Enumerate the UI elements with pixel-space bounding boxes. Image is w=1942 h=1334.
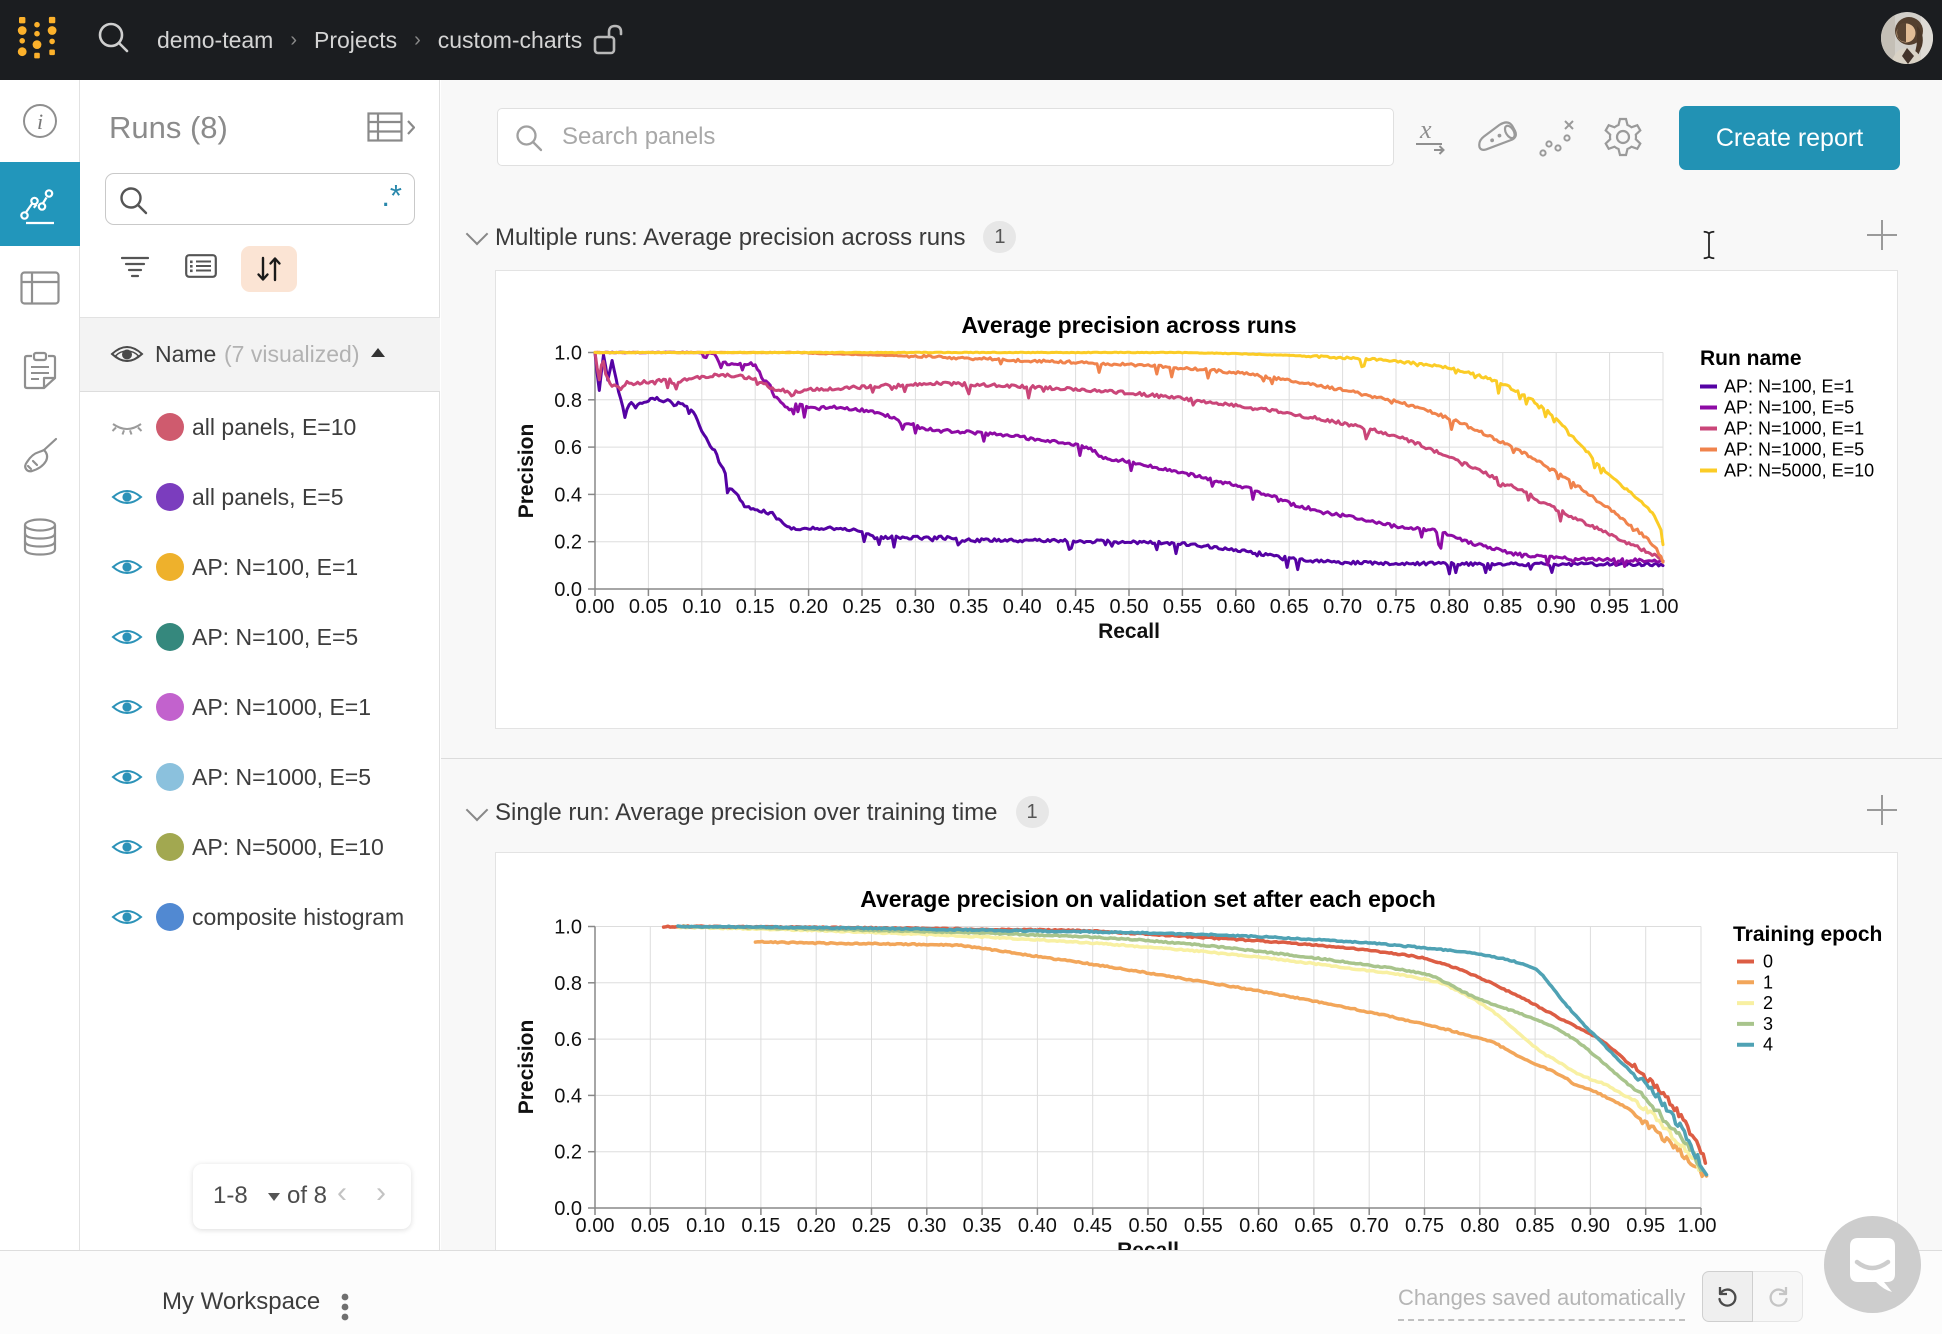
svg-text:0.25: 0.25 — [843, 596, 882, 618]
svg-text:0.10: 0.10 — [686, 1215, 725, 1237]
svg-text:0.2: 0.2 — [554, 532, 582, 554]
svg-text:0.8: 0.8 — [554, 973, 582, 995]
svg-text:0.40: 0.40 — [1018, 1215, 1057, 1237]
svg-text:Recall: Recall — [1098, 620, 1160, 643]
svg-text:0.75: 0.75 — [1405, 1215, 1444, 1237]
svg-text:0.30: 0.30 — [907, 1215, 946, 1237]
svg-text:0.70: 0.70 — [1323, 596, 1362, 618]
svg-text:0.45: 0.45 — [1073, 1215, 1112, 1237]
svg-text:0.65: 0.65 — [1270, 596, 1309, 618]
svg-text:0.15: 0.15 — [741, 1215, 780, 1237]
svg-text:0.85: 0.85 — [1483, 596, 1522, 618]
svg-text:0.55: 0.55 — [1163, 596, 1202, 618]
svg-text:0.6: 0.6 — [554, 437, 582, 459]
svg-text:0.20: 0.20 — [789, 596, 828, 618]
svg-text:Run name: Run name — [1700, 347, 1802, 370]
svg-text:Average precision on validatio: Average precision on validation set afte… — [860, 886, 1436, 912]
svg-text:AP: N=1000, E=1: AP: N=1000, E=1 — [1724, 419, 1864, 439]
svg-text:0.6: 0.6 — [554, 1029, 582, 1051]
svg-text:0.75: 0.75 — [1377, 596, 1416, 618]
svg-text:0.15: 0.15 — [736, 596, 775, 618]
svg-text:0.35: 0.35 — [963, 1215, 1002, 1237]
svg-text:0.95: 0.95 — [1626, 1215, 1665, 1237]
svg-text:0.80: 0.80 — [1430, 596, 1469, 618]
svg-text:0.8: 0.8 — [554, 390, 582, 412]
svg-text:1.0: 1.0 — [554, 343, 582, 365]
svg-text:0.50: 0.50 — [1129, 1215, 1168, 1237]
svg-text:1: 1 — [1763, 972, 1773, 992]
svg-text:0.60: 0.60 — [1216, 596, 1255, 618]
svg-text:0.0: 0.0 — [554, 1198, 582, 1220]
svg-text:0.60: 0.60 — [1239, 1215, 1278, 1237]
svg-text:0.95: 0.95 — [1590, 596, 1629, 618]
svg-text:i: i — [37, 109, 43, 134]
svg-text:0.4: 0.4 — [554, 484, 582, 506]
svg-text:x: x — [1419, 116, 1432, 144]
svg-text:AP: N=100, E=1: AP: N=100, E=1 — [1724, 377, 1854, 397]
svg-text:Precision: Precision — [515, 424, 538, 519]
svg-text:0.35: 0.35 — [949, 596, 988, 618]
svg-text:0.70: 0.70 — [1350, 1215, 1389, 1237]
svg-text:0.05: 0.05 — [631, 1215, 670, 1237]
svg-text:0.90: 0.90 — [1537, 596, 1576, 618]
svg-text:Training epoch: Training epoch — [1733, 923, 1882, 946]
svg-text:2: 2 — [1763, 993, 1773, 1013]
svg-text:0.2: 0.2 — [554, 1142, 582, 1164]
svg-text:AP: N=1000, E=5: AP: N=1000, E=5 — [1724, 440, 1864, 460]
svg-text:0: 0 — [1763, 952, 1773, 972]
svg-text:0.10: 0.10 — [682, 596, 721, 618]
svg-text:Precision: Precision — [515, 1020, 538, 1115]
svg-text:4: 4 — [1763, 1035, 1773, 1055]
svg-text:0.80: 0.80 — [1460, 1215, 1499, 1237]
svg-text:0.4: 0.4 — [554, 1085, 582, 1107]
svg-text:0.90: 0.90 — [1571, 1215, 1610, 1237]
svg-text:AP: N=5000, E=10: AP: N=5000, E=10 — [1724, 461, 1874, 481]
svg-text:1.0: 1.0 — [554, 917, 582, 939]
svg-text:0.55: 0.55 — [1184, 1215, 1223, 1237]
svg-text:0.50: 0.50 — [1110, 596, 1149, 618]
svg-text:0.20: 0.20 — [797, 1215, 836, 1237]
svg-text:1.00: 1.00 — [1640, 596, 1679, 618]
svg-text:3: 3 — [1763, 1014, 1773, 1034]
svg-text:0.45: 0.45 — [1056, 596, 1095, 618]
svg-text:0.65: 0.65 — [1294, 1215, 1333, 1237]
svg-text:1.00: 1.00 — [1678, 1215, 1717, 1237]
svg-text:0.05: 0.05 — [629, 596, 668, 618]
svg-text:0.30: 0.30 — [896, 596, 935, 618]
svg-text:0.25: 0.25 — [852, 1215, 891, 1237]
svg-text:0.40: 0.40 — [1003, 596, 1042, 618]
svg-text:Recall: Recall — [1117, 1239, 1179, 1250]
svg-text:0.0: 0.0 — [554, 579, 582, 601]
svg-text:AP: N=100, E=5: AP: N=100, E=5 — [1724, 398, 1854, 418]
svg-text:Average precision across runs: Average precision across runs — [961, 312, 1296, 338]
svg-text:0.85: 0.85 — [1516, 1215, 1555, 1237]
